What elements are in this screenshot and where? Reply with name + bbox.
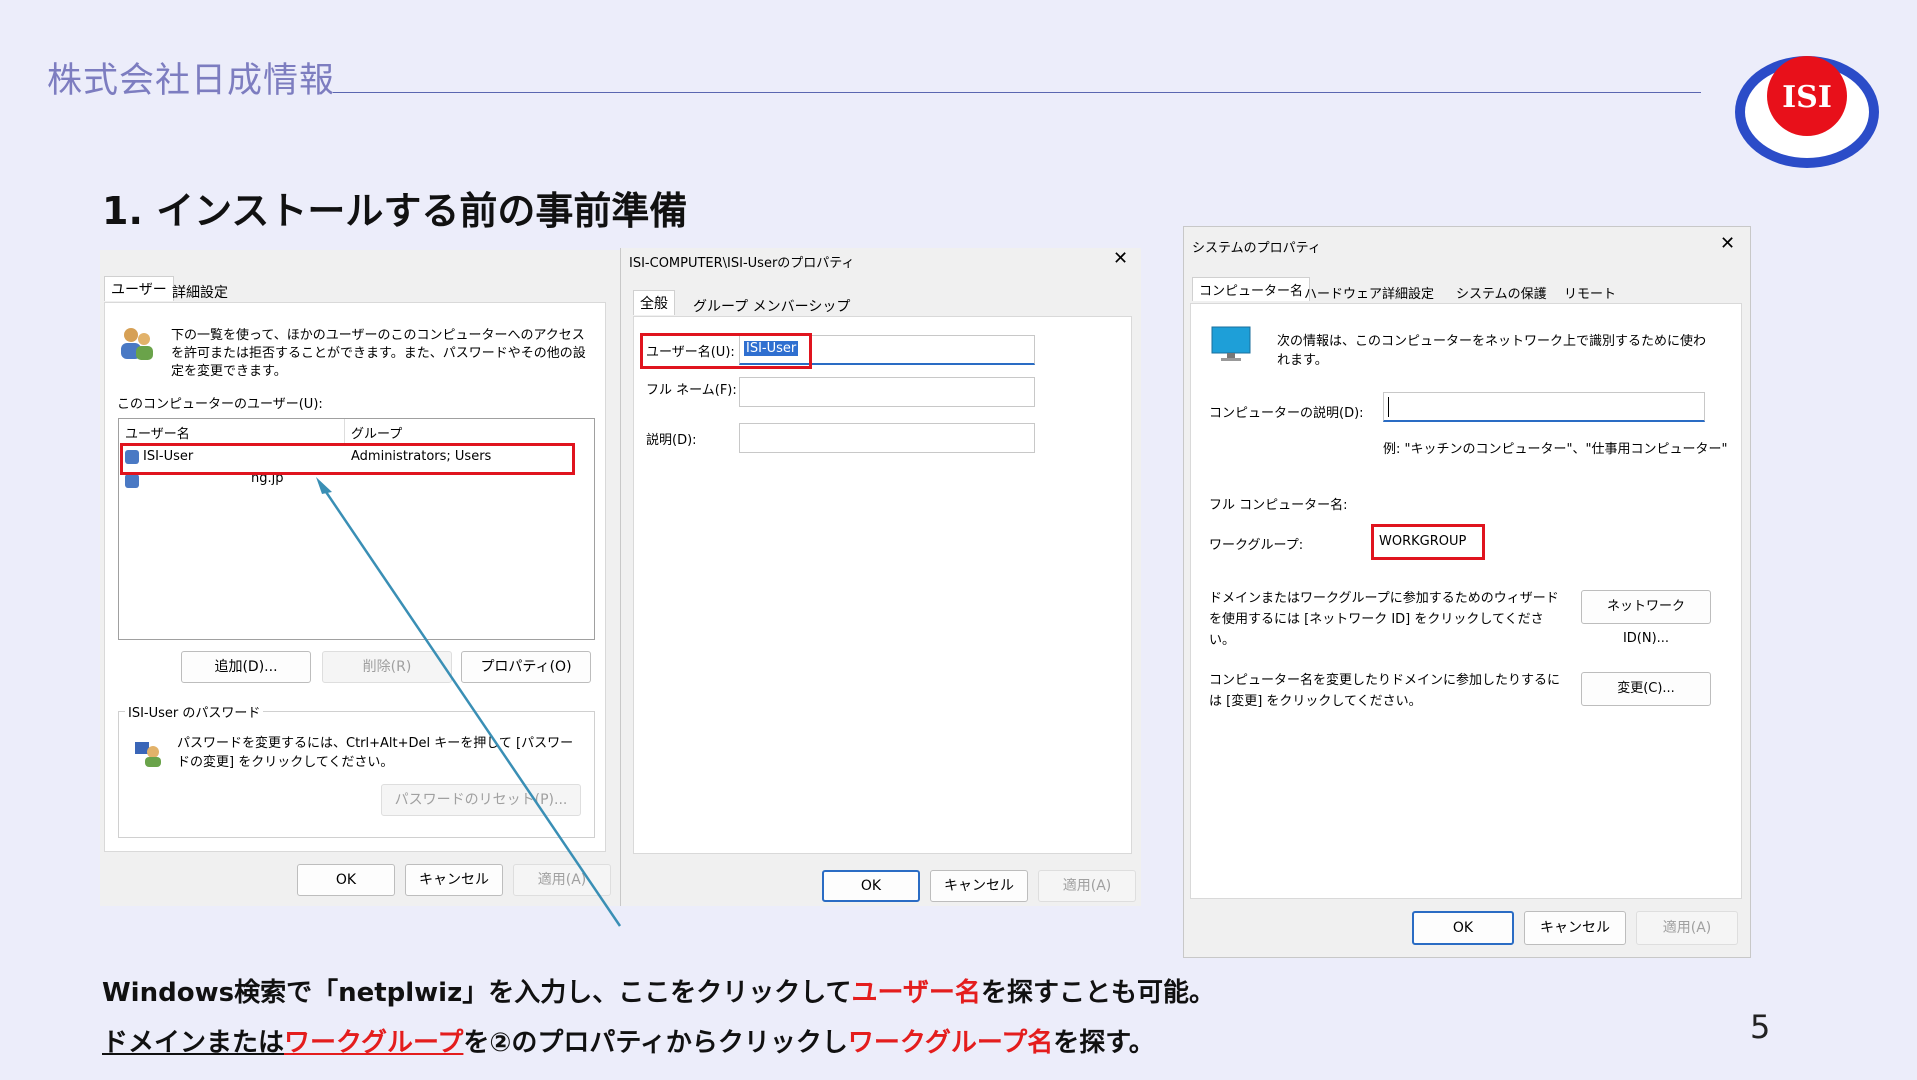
example-text: 例: "キッチンのコンピューター"、"仕事用コンピューター" — [1383, 442, 1728, 457]
footer-line1-red: ユーザー名 — [851, 978, 981, 1008]
network-id-button[interactable]: ネットワーク ID(N)... — [1581, 590, 1711, 646]
footer-line1-b: を探すことも可能。 — [980, 978, 1215, 1008]
footer-line2-b: を②のプロパティからクリックし — [463, 1028, 848, 1058]
user-properties-dialog: ISI-COMPUTER\ISI-Userのプロパティ ✕ 全般 グループ メン… — [620, 248, 1141, 906]
footer-line2-red1: ワークグループ — [284, 1028, 464, 1058]
cancel-button[interactable]: キャンセル — [930, 870, 1028, 902]
user-accounts-dialog: ユーザー 詳細設定 下の一覧を使って、ほかのユーザーのこのコンピューターへのアク… — [100, 250, 620, 906]
company-name: 株式会社日成情報 — [47, 61, 336, 101]
dialog3-title: システムのプロパティ — [1192, 241, 1321, 256]
footer-line2-c: を探す。 — [1053, 1028, 1155, 1058]
users-description: 下の一覧を使って、ほかのユーザーのこのコンピューターへのアクセスを許可または拒否… — [171, 328, 586, 379]
users-icon — [121, 328, 153, 360]
computer-description-label: コンピューターの説明(D): — [1209, 406, 1364, 421]
tab-computer-name[interactable]: コンピューター名 — [1192, 277, 1311, 301]
rename-text: コンピューター名を変更したりドメインに参加したりするには [変更] をクリックし… — [1209, 673, 1561, 709]
change-button[interactable]: 変更(C)... — [1581, 672, 1711, 706]
apply-button[interactable]: 適用(A) — [1038, 870, 1136, 902]
password-user-icon — [135, 742, 161, 767]
cancel-button[interactable]: キャンセル — [1524, 911, 1626, 945]
tab-advanced[interactable]: 詳細設定 — [1376, 281, 1440, 304]
highlight-username — [640, 333, 812, 369]
footer-line2-a: ドメインまたは — [102, 1028, 285, 1058]
add-button[interactable]: 追加(D)... — [181, 651, 311, 683]
footer-line-1: Windows検索で「netplwiz」を入力し、ここをクリックしてユーザー名を… — [102, 972, 1215, 1009]
monitor-icon — [1211, 326, 1251, 361]
user-icon — [125, 474, 139, 488]
close-icon[interactable]: ✕ — [1720, 233, 1735, 254]
highlight-workgroup — [1371, 524, 1485, 560]
isi-logo: ISI IL-SUNG INFORMATION Co.,Ltd. — [1733, 50, 1879, 168]
ok-button[interactable]: OK — [1412, 911, 1514, 945]
fullname-input[interactable] — [739, 377, 1035, 407]
highlight-isi-user-row — [120, 443, 575, 475]
tab-advanced[interactable]: 詳細設定 — [166, 280, 234, 304]
fullname-label: フル ネーム(F): — [646, 383, 737, 398]
delete-button[interactable]: 削除(R) — [322, 651, 452, 683]
tab-group-membership[interactable]: グループ メンバーシップ — [687, 294, 856, 318]
computer-description-input[interactable] — [1383, 392, 1705, 422]
users-list-label: このコンピューターのユーザー(U): — [117, 397, 323, 412]
footer-line-2: ドメインまたはワークグループを②のプロパティからクリックしワークグループ名を探す… — [102, 1022, 1155, 1059]
workgroup-label: ワークグループ: — [1209, 538, 1304, 553]
password-description: パスワードを変更するには、Ctrl+Alt+Del キーを押して [パスワードの… — [177, 736, 574, 770]
logo-text: ISI — [1782, 80, 1832, 115]
wizard-text: ドメインまたはワークグループに参加するためのウィザードを使用するには [ネットワ… — [1209, 591, 1559, 648]
ok-button[interactable]: OK — [822, 870, 920, 902]
tab-system-protection[interactable]: システムの保護 — [1450, 281, 1553, 304]
reset-password-button[interactable]: パスワードのリセット(P)... — [381, 784, 581, 816]
page-title: 1. インストールする前の事前準備 — [102, 189, 688, 233]
properties-button[interactable]: プロパティ(O) — [461, 651, 591, 683]
ok-button[interactable]: OK — [297, 864, 395, 896]
footer-line1-a: Windows検索で「netplwiz」を入力し、ここをクリックして — [102, 978, 852, 1008]
close-icon[interactable]: ✕ — [1113, 248, 1128, 269]
tab-general[interactable]: 全般 — [633, 290, 675, 315]
col-header-group[interactable]: グループ — [351, 423, 402, 442]
tab-users[interactable]: ユーザー — [104, 276, 174, 301]
full-computer-name-value — [1371, 486, 1531, 514]
info-text: 次の情報は、このコンピューターをネットワーク上で識別するために使われます。 — [1277, 334, 1707, 368]
password-group: ISI-User のパスワード パスワードを変更するには、Ctrl+Alt+De… — [118, 702, 595, 838]
footer-line2-red2: ワークグループ名 — [847, 1028, 1054, 1058]
tab-hardware[interactable]: ハードウェア — [1298, 281, 1388, 304]
cancel-button[interactable]: キャンセル — [405, 864, 503, 896]
system-properties-dialog: システムのプロパティ ✕ コンピューター名 ハードウェア 詳細設定 システムの保… — [1183, 226, 1751, 958]
full-computer-name-label: フル コンピューター名: — [1209, 498, 1348, 513]
page-number: 5 — [1750, 1008, 1771, 1046]
password-group-title: ISI-User のパスワード — [125, 702, 264, 721]
users-panel: 下の一覧を使って、ほかのユーザーのこのコンピューターへのアクセスを許可または拒否… — [104, 302, 606, 852]
description-label: 説明(D): — [646, 433, 697, 448]
description-input[interactable] — [739, 423, 1035, 453]
general-panel: ユーザー名(U): ISI-User フル ネーム(F): 説明(D): — [633, 316, 1132, 854]
computer-name-panel: 次の情報は、このコンピューターをネットワーク上で識別するために使われます。 コン… — [1190, 303, 1742, 899]
header-rule — [333, 92, 1701, 93]
apply-button[interactable]: 適用(A) — [513, 864, 611, 896]
tab-remote[interactable]: リモート — [1558, 281, 1622, 304]
col-header-user[interactable]: ユーザー名 — [125, 423, 190, 442]
apply-button[interactable]: 適用(A) — [1636, 911, 1738, 945]
dialog2-title: ISI-COMPUTER\ISI-Userのプロパティ — [629, 256, 855, 271]
